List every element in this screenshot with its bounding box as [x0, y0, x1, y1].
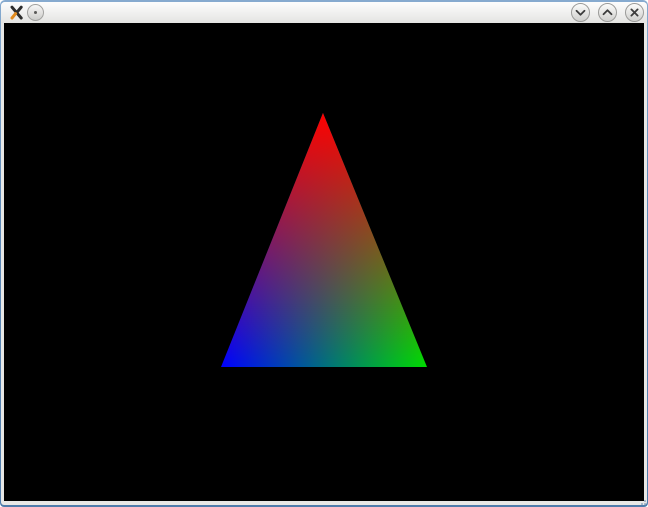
resize-grip[interactable] — [641, 500, 646, 505]
application-window — [0, 0, 648, 507]
rgb-gradient-triangle — [221, 113, 427, 367]
chevron-up-icon — [599, 4, 616, 21]
minimize-button[interactable] — [571, 3, 590, 22]
chevron-down-icon — [572, 4, 589, 21]
opengl-viewport — [4, 23, 644, 501]
window-titlebar[interactable] — [1, 2, 647, 23]
close-x-icon — [626, 4, 643, 21]
x-application-icon[interactable] — [8, 4, 25, 21]
close-button[interactable] — [625, 3, 644, 22]
window-title — [49, 2, 557, 23]
on-all-desktops-button[interactable] — [27, 4, 44, 21]
maximize-button[interactable] — [598, 3, 617, 22]
pin-dot-icon — [34, 11, 37, 14]
